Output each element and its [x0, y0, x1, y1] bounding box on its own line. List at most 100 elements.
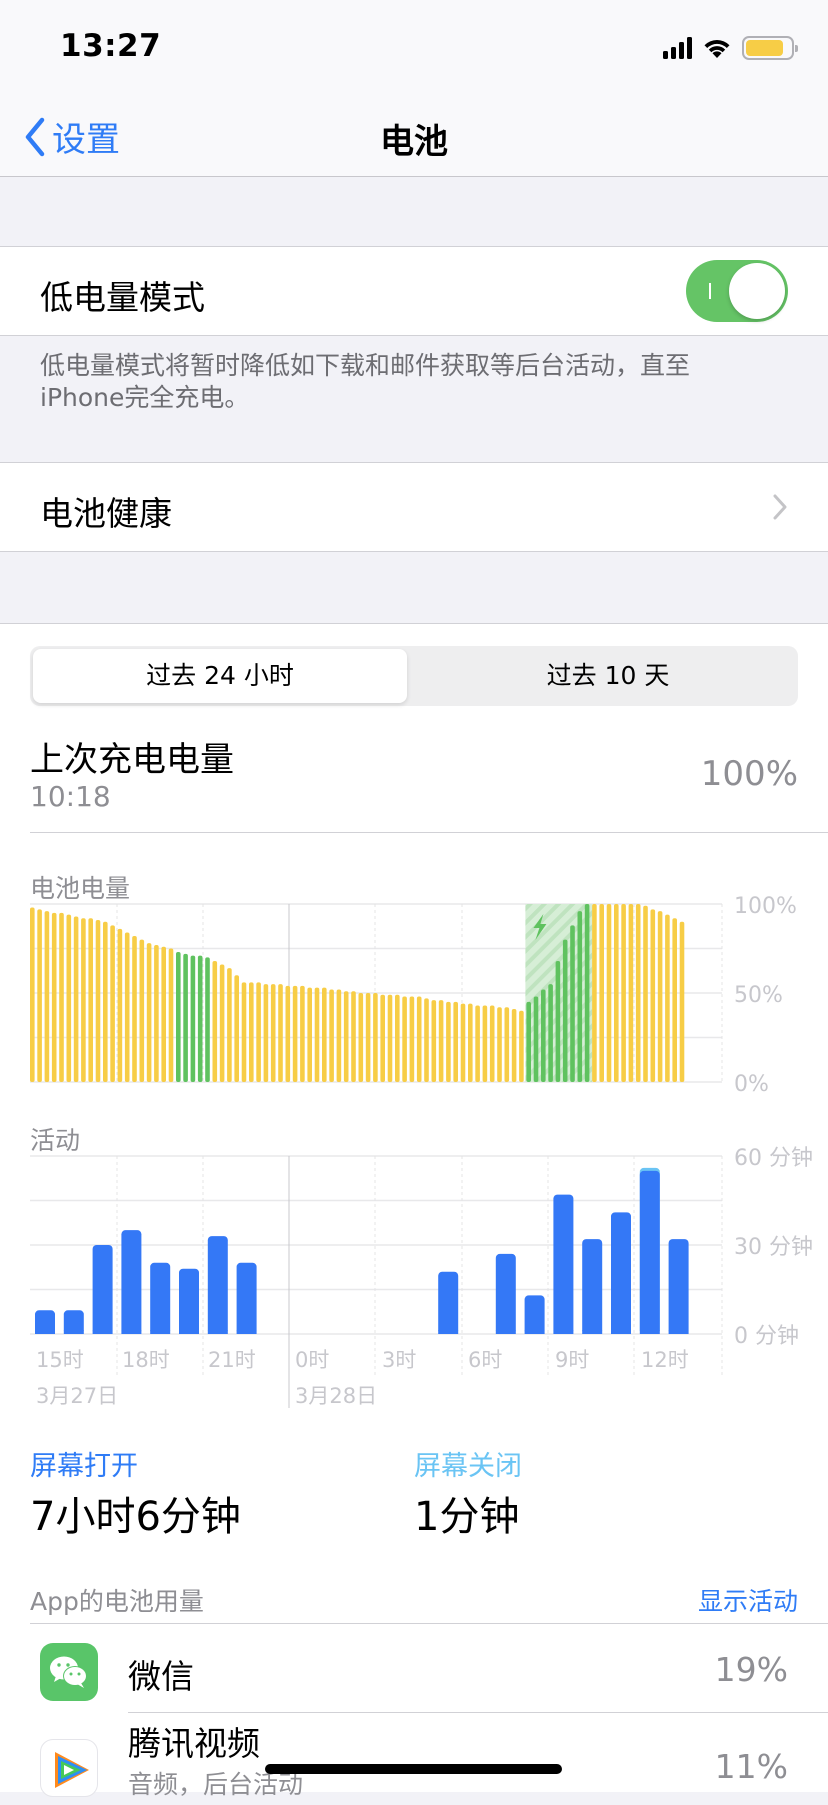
battery-bar	[249, 982, 254, 1082]
x-tick-label: 15时	[36, 1348, 84, 1372]
battery-bar	[358, 993, 364, 1082]
chevron-right-icon	[773, 494, 787, 520]
tab-last-24-hours[interactable]: 过去 24 小时	[33, 649, 407, 703]
activity-bar-base	[611, 1330, 631, 1334]
activity-bar-screen-on	[582, 1239, 603, 1334]
battery-bar	[614, 904, 619, 1082]
cellular-signal-icon	[663, 37, 692, 59]
battery-bar	[37, 909, 42, 1082]
battery-bar	[256, 982, 261, 1082]
navigation-bar: 设置 电池	[0, 100, 828, 177]
battery-bar	[365, 993, 371, 1082]
activity-bar-base	[438, 1330, 459, 1334]
activity-bar-screen-on	[438, 1271, 459, 1334]
activity-chart: 60 分钟 30 分钟 0 分钟 15时 18时 21时 0时 3时 6时 9时 12时 3月27日 3…	[30, 1146, 813, 1408]
activity-bar-base	[63, 1330, 84, 1334]
battery-bar	[227, 968, 232, 1082]
battery-bar	[329, 989, 334, 1082]
activity-bar-screen-on	[207, 1236, 228, 1334]
battery-usage-card: 过去 24 小时 过去 10 天 上次充电电量 10:18 100% 电池电量 …	[0, 623, 828, 1799]
battery-bar	[665, 914, 670, 1082]
battery-bar	[599, 904, 604, 1082]
activity-bar-base	[179, 1330, 199, 1334]
battery-bar	[197, 955, 203, 1082]
activity-bar-screen-on	[553, 1194, 574, 1334]
battery-bar	[409, 996, 415, 1082]
activity-bar-screen-on	[150, 1262, 171, 1334]
battery-bar	[314, 987, 320, 1082]
battery-bar	[541, 989, 546, 1082]
activity-bar-base	[121, 1330, 142, 1334]
activity-bar-screen-on	[668, 1239, 689, 1334]
battery-bar	[73, 916, 79, 1082]
battery-bar	[285, 985, 291, 1082]
y-tick-label: 0 分钟	[734, 1324, 799, 1349]
battery-bar	[402, 996, 407, 1082]
battery-bar	[88, 918, 93, 1082]
home-indicator[interactable]	[265, 1764, 562, 1774]
toggle-on-indicator	[709, 283, 711, 299]
battery-bar	[322, 987, 327, 1082]
battery-bar	[526, 1001, 531, 1082]
battery-health-row[interactable]: 电池健康	[0, 462, 828, 552]
tab-last-10-days[interactable]: 过去 10 天	[421, 649, 795, 703]
wifi-icon	[704, 39, 730, 58]
battery-bar	[621, 904, 626, 1082]
battery-bar	[672, 918, 677, 1082]
battery-bar	[380, 994, 385, 1082]
app-row-wechat[interactable]: 微信 19%	[0, 1628, 828, 1716]
activity-bar-screen-on	[611, 1212, 631, 1334]
activity-bar-base	[524, 1330, 545, 1334]
show-activity-button[interactable]: 显示活动	[698, 1582, 798, 1618]
battery-bar	[438, 1000, 444, 1082]
battery-bar	[577, 911, 583, 1082]
time-range-segmented-control: 过去 24 小时 过去 10 天	[30, 646, 798, 706]
battery-bar	[212, 960, 218, 1082]
y-tick-label: 0%	[734, 1072, 769, 1094]
battery-fill	[746, 40, 784, 56]
battery-bar	[51, 912, 57, 1082]
battery-bar	[300, 985, 305, 1082]
battery-bar	[650, 909, 656, 1082]
battery-bar	[307, 987, 312, 1082]
battery-bar	[139, 939, 145, 1082]
battery-bar	[482, 1005, 488, 1082]
battery-icon	[742, 36, 798, 60]
low-power-mode-toggle[interactable]	[686, 260, 788, 322]
battery-bar	[424, 998, 429, 1082]
battery-bar	[117, 928, 123, 1082]
battery-bar	[431, 1000, 437, 1082]
battery-bar	[373, 993, 378, 1082]
x-tick-label: 12时	[641, 1348, 689, 1372]
screen-off-label: 屏幕关闭	[414, 1451, 522, 1482]
x-tick-label: 9时	[555, 1348, 589, 1372]
battery-bar	[504, 1007, 510, 1082]
activity-bar-base	[639, 1330, 660, 1334]
x-tick-label: 6时	[468, 1348, 502, 1372]
battery-bar	[519, 1010, 524, 1082]
battery-bar	[190, 955, 196, 1082]
battery-bar	[584, 904, 590, 1082]
battery-bar	[176, 952, 181, 1082]
battery-bar	[570, 925, 575, 1082]
activity-bar-base	[207, 1330, 228, 1334]
battery-bar	[628, 904, 634, 1082]
low-power-mode-label: 低电量模式	[40, 278, 205, 317]
status-icons	[663, 36, 798, 60]
battery-bar	[66, 914, 72, 1082]
battery-bar	[132, 936, 137, 1082]
battery-bar	[635, 904, 641, 1082]
battery-bar	[562, 939, 568, 1082]
x-tick-label: 18时	[122, 1348, 170, 1372]
battery-bar	[679, 921, 685, 1082]
date-label: 3月28日	[295, 1384, 377, 1408]
battery-bar	[395, 994, 400, 1082]
battery-bar	[460, 1003, 466, 1082]
activity-bar-base	[553, 1330, 574, 1334]
low-power-mode-footnote: 低电量模式将暂时降低如下载和邮件获取等后台活动，直至iPhone完全充电。	[40, 351, 691, 412]
activity-bar-screen-on	[121, 1230, 142, 1334]
date-label: 3月27日	[36, 1384, 118, 1408]
status-time: 13:27	[60, 28, 162, 64]
battery-bar	[555, 960, 561, 1082]
battery-bar	[263, 984, 269, 1082]
